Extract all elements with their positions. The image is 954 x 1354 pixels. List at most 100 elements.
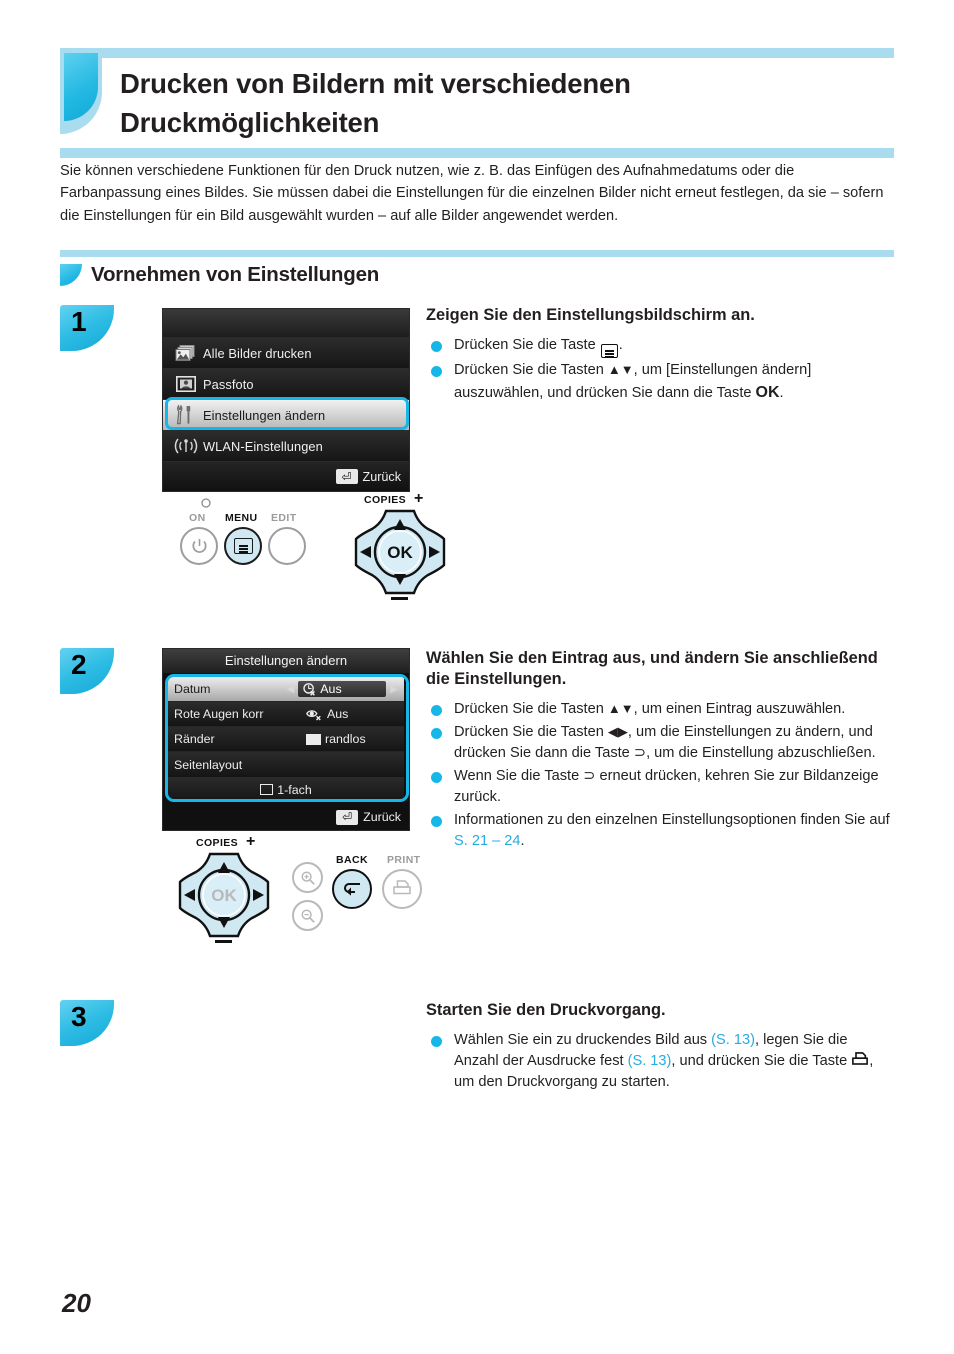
menu-icon bbox=[600, 344, 618, 359]
menu-button[interactable] bbox=[224, 527, 262, 565]
menu-item-label: Passfoto bbox=[203, 376, 254, 392]
lcd-footer: ⏎ Zurück bbox=[163, 461, 409, 491]
section-header: Vornehmen von Einstellungen bbox=[60, 250, 894, 287]
passport-photo-icon bbox=[169, 376, 203, 392]
menu-item-passfoto[interactable]: Passfoto bbox=[163, 368, 409, 399]
setting-value-group: ◀ Aus ▶ bbox=[287, 681, 398, 697]
redeye-off-icon bbox=[306, 709, 321, 720]
menu-item-alle-bilder-drucken[interactable]: Alle Bilder drucken bbox=[163, 337, 409, 368]
step-2-badge: 2 bbox=[60, 648, 114, 694]
on-label: ON bbox=[189, 512, 206, 524]
zoom-in-icon bbox=[300, 870, 315, 885]
power-button[interactable] bbox=[180, 527, 218, 565]
printer-icon bbox=[852, 1052, 869, 1065]
list-item: Wenn Sie die Taste ⊃ erneut drücken, keh… bbox=[426, 766, 894, 808]
list-item: Drücken Sie die Tasten ◀▶, um die Einste… bbox=[426, 722, 894, 764]
setting-row-rote-augen-korr[interactable]: Rote Augen korr Aus bbox=[168, 702, 404, 727]
intro-paragraph: Sie können verschiedene Funktionen für d… bbox=[60, 163, 884, 224]
step-2-instructions: Wählen Sie den Eintrag aus, und ändern S… bbox=[426, 648, 894, 854]
edit-label: EDIT bbox=[271, 512, 297, 524]
page-title: Drucken von Bildern mit verschiedenen Dr… bbox=[120, 68, 631, 139]
lcd-footer: ⏎ Zurück bbox=[163, 804, 409, 830]
setting-value-box: Aus bbox=[298, 681, 387, 697]
updown-arrows-icon: ▲▼ bbox=[607, 701, 634, 716]
header-bottom-bar bbox=[60, 148, 894, 159]
step-2-bullet-list: Drücken Sie die Tasten ▲▼, um einen Eint… bbox=[426, 699, 894, 852]
menu-item-wlan-einstellungen[interactable]: WLAN-Einstellungen bbox=[163, 430, 409, 461]
back-button[interactable] bbox=[332, 869, 372, 909]
step-1-bullet-list: Drücken Sie die Taste . Drücken Sie die … bbox=[426, 335, 894, 404]
lcd-top-bar bbox=[163, 309, 409, 337]
page-reference-link[interactable]: (S. 13) bbox=[711, 1032, 755, 1048]
print-label: PRINT bbox=[387, 854, 421, 866]
step-1-lcd-screen: Alle Bilder drucken Passfoto Einstellung… bbox=[162, 308, 410, 492]
setting-value: 1-fach bbox=[277, 782, 312, 797]
copies-plus-label: + bbox=[414, 490, 424, 507]
back-arrow-icon: ⏎ bbox=[336, 809, 359, 825]
zoom-out-icon bbox=[300, 908, 315, 923]
header-top-bar bbox=[102, 48, 894, 58]
setting-label: Seitenlayout bbox=[174, 757, 243, 772]
setting-value-group: 1-fach bbox=[260, 782, 312, 797]
menu-icon bbox=[233, 538, 253, 554]
edit-button[interactable] bbox=[268, 527, 306, 565]
setting-value-group: randlos bbox=[306, 732, 398, 746]
back-label: Zurück bbox=[363, 810, 401, 824]
page-reference-link[interactable]: (S. 13) bbox=[628, 1053, 672, 1069]
step-3-badge: 3 bbox=[60, 1000, 114, 1046]
wifi-icon bbox=[169, 437, 203, 455]
updown-arrows-icon: ▲▼ bbox=[607, 362, 634, 378]
section-title: Vornehmen von Einstellungen bbox=[91, 263, 380, 286]
setting-value: randlos bbox=[325, 732, 366, 746]
lcd-settings-list: Datum ◀ Aus ▶ Rote Augen korr Aus Ränder… bbox=[163, 673, 409, 804]
step-2-lcd-screen: Einstellungen ändern Datum ◀ Aus ▶ Rote … bbox=[162, 648, 410, 831]
list-item: Drücken Sie die Tasten ▲▼, um [Einstellu… bbox=[426, 360, 894, 404]
page-reference-link[interactable]: S. 21 – 24 bbox=[454, 833, 521, 849]
list-item: Wählen Sie ein zu druckendes Bild aus (S… bbox=[426, 1030, 894, 1093]
back-label: Zurück bbox=[362, 469, 402, 484]
printer-icon bbox=[393, 880, 411, 895]
setting-label: Rote Augen korr bbox=[174, 707, 264, 721]
print-button[interactable] bbox=[382, 869, 422, 909]
dpad-cluster: COPIES + OK bbox=[340, 490, 458, 607]
borderless-icon bbox=[306, 733, 321, 745]
setting-row-raender[interactable]: Ränder randlos bbox=[168, 727, 404, 752]
list-item: Drücken Sie die Taste . bbox=[426, 335, 894, 359]
date-off-icon bbox=[303, 683, 316, 696]
back-arrow-icon bbox=[343, 882, 360, 896]
menu-item-label: Alle Bilder drucken bbox=[203, 345, 312, 361]
menu-item-einstellungen-aendern[interactable]: Einstellungen ändern bbox=[163, 399, 409, 430]
tools-icon bbox=[169, 405, 203, 425]
setting-row-datum[interactable]: Datum ◀ Aus ▶ bbox=[168, 677, 404, 702]
page-header: Drucken von Bildern mit verschiedenen Dr… bbox=[60, 48, 894, 159]
setting-label: Ränder bbox=[174, 732, 215, 746]
dpad-icon: OK bbox=[178, 852, 270, 938]
setting-value-group: Aus bbox=[306, 707, 398, 721]
setting-value: Aus bbox=[327, 707, 349, 721]
step-1-control-panel: ON MENU EDIT COPIES + OK bbox=[172, 490, 462, 607]
zoom-out-button[interactable] bbox=[292, 900, 323, 931]
copies-label: COPIES bbox=[196, 837, 239, 849]
power-led-icon bbox=[201, 498, 211, 508]
setting-value: Aus bbox=[320, 682, 342, 696]
step-1-instructions: Zeigen Sie den Einstellungsbildschirm an… bbox=[426, 305, 894, 406]
stacked-images-icon bbox=[169, 344, 203, 362]
svg-text:OK: OK bbox=[387, 543, 413, 562]
step-3-bullet-list: Wählen Sie ein zu druckendes Bild aus (S… bbox=[426, 1030, 894, 1093]
menu-item-label: Einstellungen ändern bbox=[203, 407, 326, 423]
power-icon bbox=[191, 538, 207, 553]
step-3-instructions: Starten Sie den Druckvorgang. Wählen Sie… bbox=[426, 1000, 894, 1095]
setting-row-layout-value[interactable]: 1-fach bbox=[168, 777, 404, 802]
lcd-screen-title: Einstellungen ändern bbox=[163, 649, 409, 673]
layout-1up-icon bbox=[260, 784, 274, 795]
page-number: 20 bbox=[62, 1288, 91, 1318]
copies-plus-label: + bbox=[246, 833, 256, 850]
zoom-in-button[interactable] bbox=[292, 862, 323, 893]
list-item: Informationen zu den einzelnen Einstellu… bbox=[426, 810, 894, 852]
step-2-control-panel: COPIES + OK BACK PRINT bbox=[172, 833, 462, 955]
list-item: Drücken Sie die Tasten ▲▼, um einen Eint… bbox=[426, 699, 894, 720]
setting-row-seitenlayout[interactable]: Seitenlayout bbox=[168, 752, 404, 777]
menu-item-label: WLAN-Einstellungen bbox=[203, 438, 323, 454]
left-arrow-icon: ◀ bbox=[286, 683, 295, 695]
dpad-cluster: COPIES + OK bbox=[172, 833, 290, 952]
